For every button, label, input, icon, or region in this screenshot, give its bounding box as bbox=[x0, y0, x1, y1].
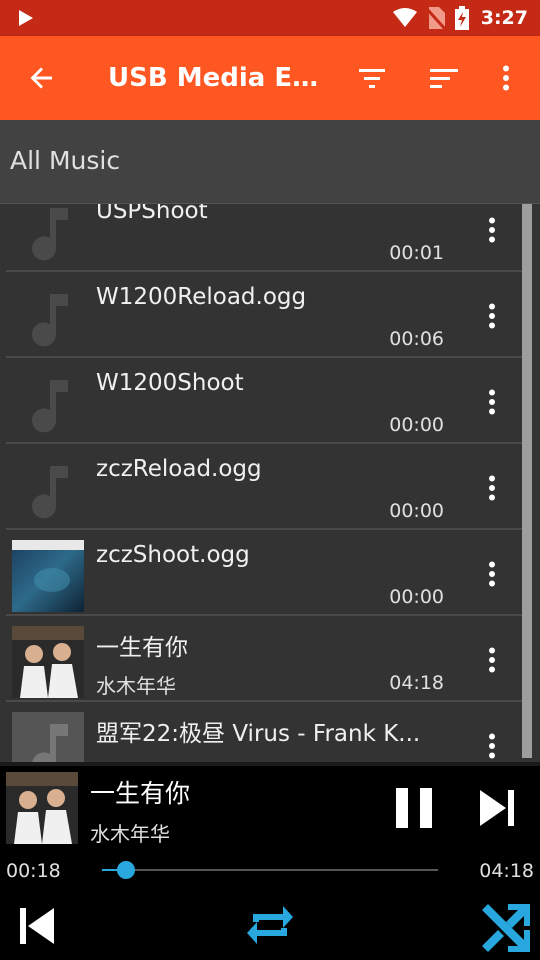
battery-charging-icon bbox=[454, 6, 469, 30]
track-row[interactable]: 盟军22:极昼 Virus - Frank K... bbox=[6, 702, 522, 762]
more-vertical-icon bbox=[489, 733, 495, 759]
track-menu-button[interactable] bbox=[480, 298, 504, 334]
track-duration: 00:00 bbox=[389, 586, 444, 608]
track-name: W1200Shoot bbox=[96, 370, 244, 396]
now-playing-artist: 水木年华 bbox=[90, 822, 170, 846]
track-row[interactable]: zczShoot.ogg 00:00 bbox=[6, 530, 522, 616]
track-menu-button[interactable] bbox=[480, 728, 504, 762]
music-note-icon bbox=[12, 454, 84, 526]
seek-thumb[interactable] bbox=[116, 861, 135, 879]
more-vertical-icon bbox=[489, 647, 495, 673]
music-note-icon bbox=[12, 282, 84, 354]
track-name: zczReload.ogg bbox=[96, 456, 262, 482]
track-row[interactable]: W1200Shoot 00:00 bbox=[6, 358, 522, 444]
overflow-menu-button[interactable] bbox=[488, 60, 524, 96]
track-name: USPShoot bbox=[96, 204, 208, 224]
current-time: 00:18 bbox=[6, 860, 61, 882]
now-playing-title: 一生有你 bbox=[90, 779, 191, 808]
track-row[interactable]: W1200Reload.ogg 00:06 bbox=[6, 272, 522, 358]
more-vertical-icon bbox=[489, 561, 495, 587]
track-duration: 00:01 bbox=[389, 242, 444, 264]
track-row[interactable]: zczReload.ogg 00:00 bbox=[6, 444, 522, 530]
more-vertical-icon bbox=[503, 65, 509, 91]
status-bar: 3:27 bbox=[0, 0, 540, 36]
music-note-icon bbox=[12, 368, 84, 440]
skip-next-icon[interactable] bbox=[478, 786, 518, 830]
more-vertical-icon bbox=[489, 475, 495, 501]
filter-icon bbox=[359, 69, 385, 88]
mini-player: 一生有你 水木年华 00:18 04:18 bbox=[0, 762, 540, 960]
album-cover-duo[interactable] bbox=[6, 772, 78, 844]
back-arrow-icon[interactable] bbox=[24, 60, 60, 96]
app-bar: USB Media Explorer bbox=[0, 36, 540, 120]
more-vertical-icon bbox=[489, 303, 495, 329]
section-title: All Music bbox=[10, 146, 121, 175]
wifi-icon bbox=[392, 8, 417, 27]
page-title: USB Media Explorer bbox=[108, 63, 328, 93]
section-header: All Music bbox=[0, 120, 540, 204]
track-menu-button[interactable] bbox=[480, 470, 504, 506]
track-duration: 04:18 bbox=[389, 672, 444, 694]
list-scrollbar[interactable] bbox=[522, 204, 532, 758]
skip-previous-icon[interactable] bbox=[16, 904, 56, 948]
track-name: zczShoot.ogg bbox=[96, 542, 250, 568]
play-indicator-icon bbox=[19, 10, 33, 26]
track-menu-button[interactable] bbox=[480, 556, 504, 592]
album-cover-duo bbox=[12, 626, 84, 698]
sort-icon bbox=[430, 69, 458, 88]
track-duration: 00:06 bbox=[389, 328, 444, 350]
track-menu-button[interactable] bbox=[480, 212, 504, 248]
repeat-icon[interactable] bbox=[243, 898, 297, 952]
no-sim-icon bbox=[426, 7, 445, 29]
pause-icon[interactable] bbox=[394, 786, 434, 830]
track-duration: 00:00 bbox=[389, 500, 444, 522]
music-note-icon bbox=[12, 204, 84, 268]
track-artist: 水木年华 bbox=[96, 674, 176, 698]
track-name: 一生有你 bbox=[96, 635, 188, 661]
sort-button[interactable] bbox=[426, 60, 462, 96]
track-name: W1200Reload.ogg bbox=[96, 284, 307, 310]
track-menu-button[interactable] bbox=[480, 642, 504, 678]
track-menu-button[interactable] bbox=[480, 384, 504, 420]
status-time: 3:27 bbox=[480, 7, 528, 29]
seek-bar[interactable] bbox=[102, 861, 438, 879]
album-cover-grey bbox=[12, 712, 84, 762]
track-name: 盟军22:极昼 Virus - Frank K... bbox=[96, 721, 421, 747]
more-vertical-icon bbox=[489, 389, 495, 415]
shuffle-icon[interactable] bbox=[478, 902, 530, 954]
track-row[interactable]: 一生有你 水木年华 04:18 bbox=[6, 616, 522, 702]
track-row[interactable]: USPShoot 00:01 bbox=[6, 204, 522, 272]
more-vertical-icon bbox=[489, 217, 495, 243]
track-duration: 00:00 bbox=[389, 414, 444, 436]
track-list[interactable]: USPShoot 00:01 W1200Reload.ogg 00:06 W12… bbox=[0, 204, 540, 762]
album-cover-blue bbox=[12, 540, 84, 612]
total-time: 04:18 bbox=[479, 860, 534, 882]
filter-button[interactable] bbox=[354, 60, 390, 96]
